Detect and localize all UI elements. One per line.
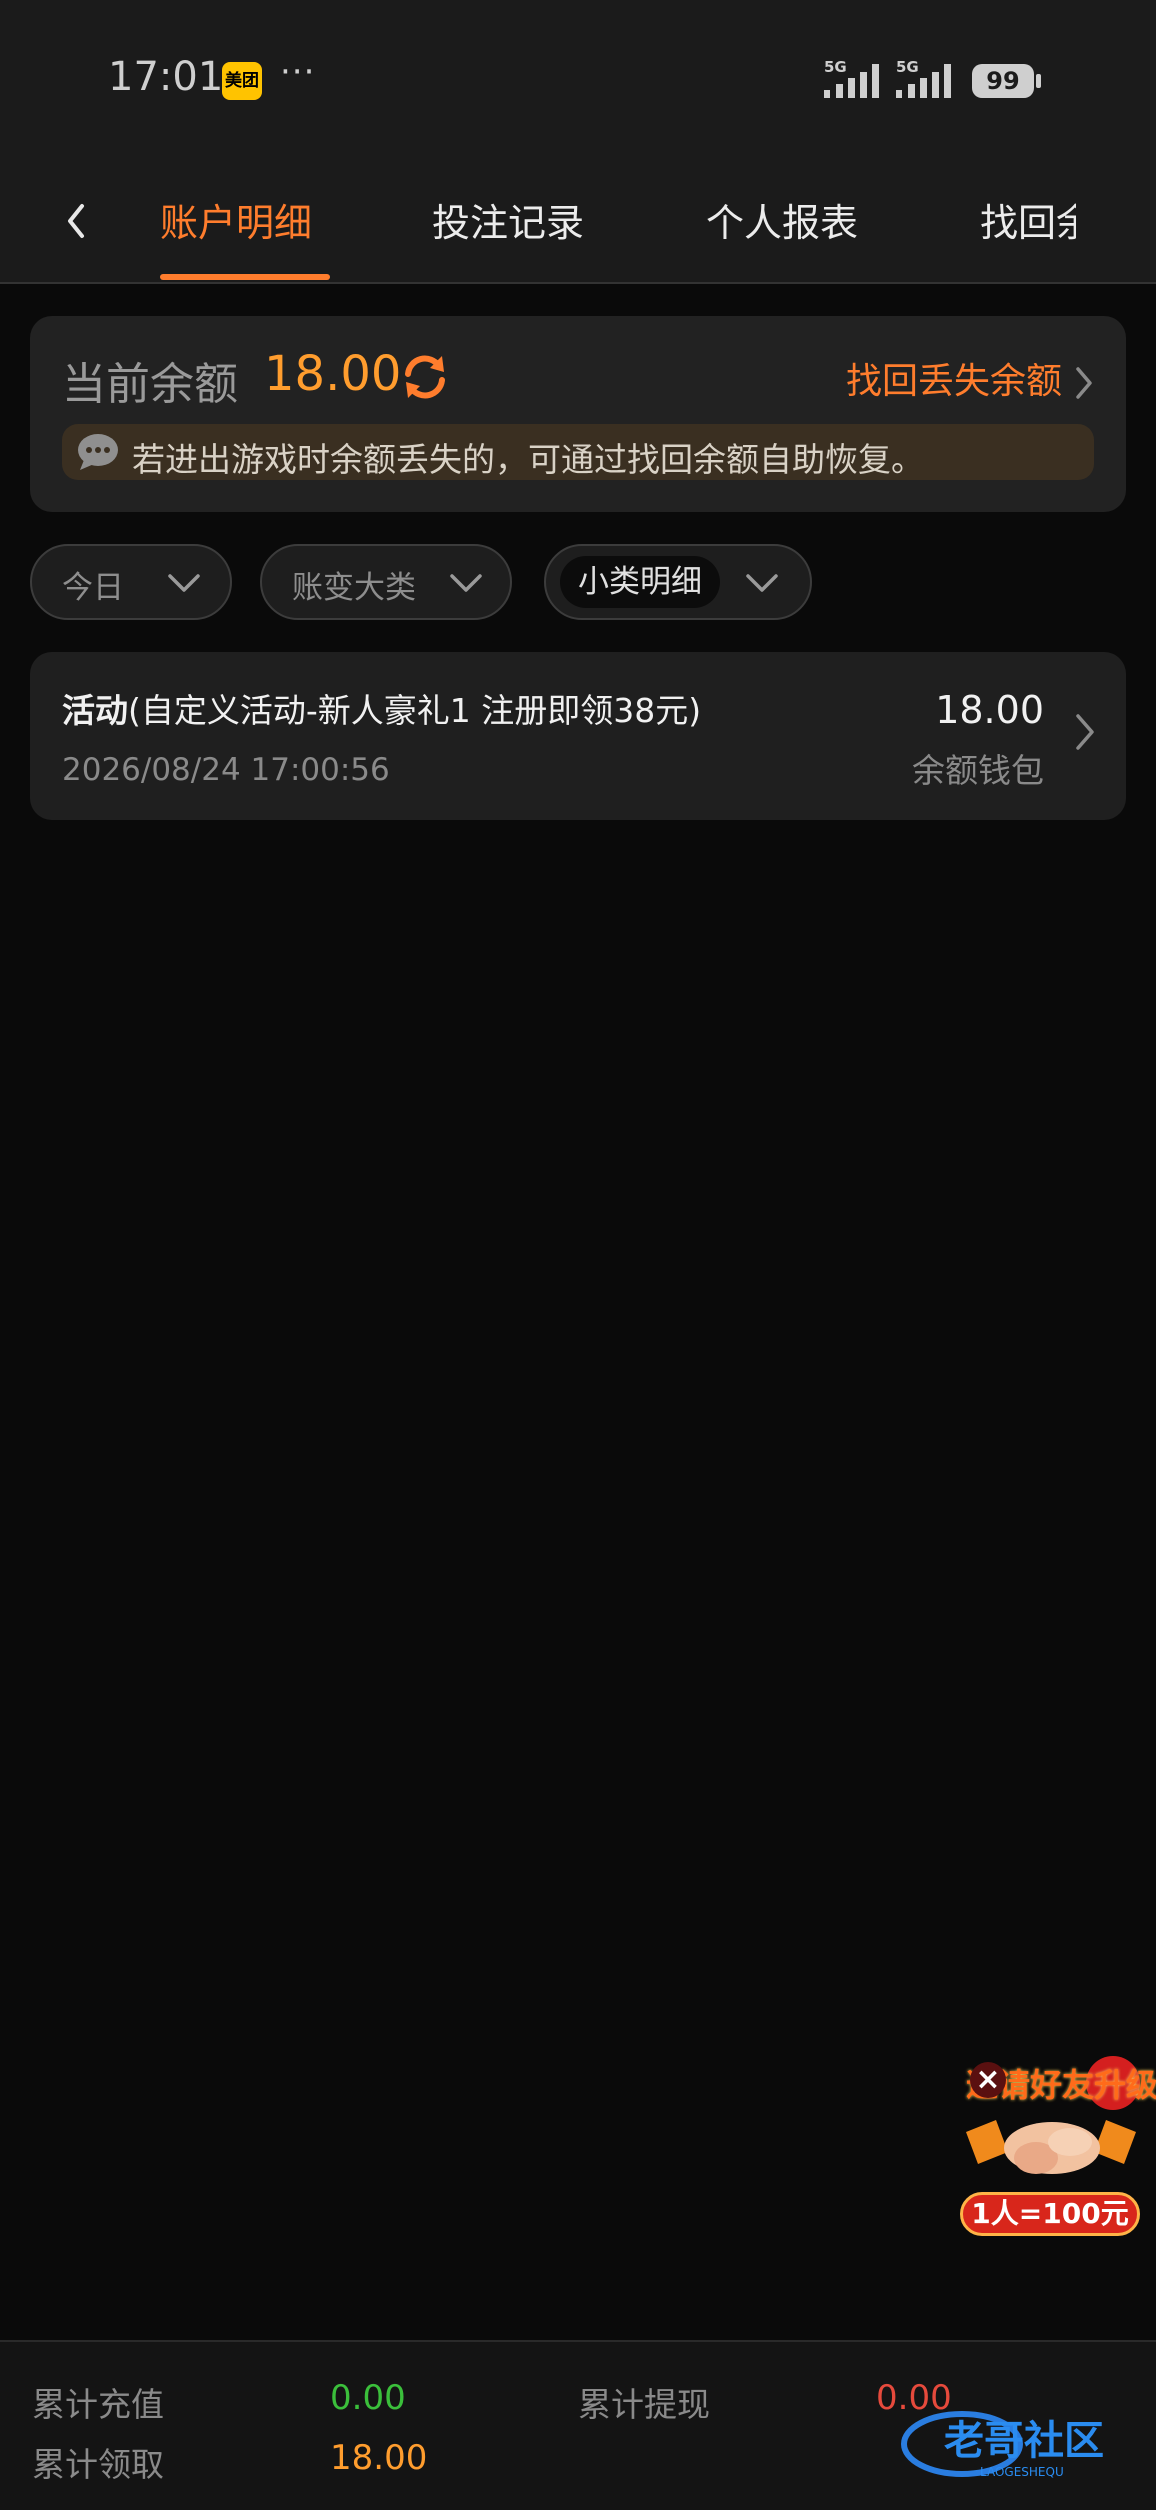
close-icon[interactable]: ×	[970, 2062, 1006, 2098]
tab-bar: 账户明细 投注记录 个人报表 找回余额	[0, 160, 1156, 284]
filter-date-label: 今日	[62, 570, 124, 606]
transaction-amount: 18.00	[935, 688, 1044, 732]
transaction-row[interactable]: 活动(自定义活动-新人豪礼1 注册即领38元) 2026/08/24 17:00…	[30, 652, 1126, 820]
balance-label: 当前余额	[62, 359, 238, 410]
withdraw-total-label: 累计提现	[578, 2385, 710, 2424]
claimed-total-label: 累计领取	[32, 2445, 164, 2484]
transaction-title: 活动(自定义活动-新人豪礼1 注册即领38元)	[62, 684, 701, 732]
watermark-text: 老哥社区	[944, 2418, 1104, 2464]
active-tab-indicator	[160, 274, 330, 280]
chevron-left-icon[interactable]	[58, 196, 98, 246]
more-dots-icon: ···	[280, 52, 316, 92]
recover-link-label: 找回丢失余额	[845, 361, 1062, 402]
status-time: 17:01	[108, 54, 224, 100]
transaction-datetime: 2026/08/24 17:00:56	[62, 752, 390, 788]
watermark-logo: 老哥社区 LAOGESHEQU	[901, 2411, 1104, 2479]
notice-text: 若进出游戏时余额丢失的，可通过找回余额自助恢复。	[132, 440, 924, 479]
chevron-down-icon	[450, 574, 482, 592]
transaction-wallet: 余额钱包	[912, 751, 1044, 790]
filter-sub-category[interactable]: 小类明细	[544, 544, 812, 620]
chevron-down-icon	[746, 574, 778, 592]
chevron-right-icon	[1076, 367, 1092, 399]
network-type-2: 5G	[896, 58, 919, 76]
chevron-right-icon	[1076, 714, 1094, 750]
transaction-detail: (自定义活动-新人豪礼1 注册即领38元)	[128, 691, 702, 730]
filter-main-category[interactable]: 账变大类	[260, 544, 512, 620]
signal-icon: 5G	[896, 58, 951, 98]
recharge-total-value: 0.00	[330, 2378, 406, 2418]
tab-personal-report[interactable]: 个人报表	[706, 192, 858, 247]
promo-reward: 1人=100元	[960, 2192, 1140, 2236]
balance-value: 18.00	[264, 346, 402, 402]
refresh-icon[interactable]	[400, 352, 450, 402]
status-bar: 17:01 美团 ··· 5G 5G 99	[0, 0, 1156, 160]
recover-lost-balance-link[interactable]: 找回丢失余额	[846, 352, 1098, 404]
notice-banner: 若进出游戏时余额丢失的，可通过找回余额自助恢复。	[62, 424, 1094, 480]
balance-card: 当前余额 18.00 找回丢失余额 若进出游戏时余额丢失的，可通过找回余额自助恢…	[30, 316, 1126, 512]
chevron-down-icon	[168, 574, 200, 592]
invite-promo-widget[interactable]: 邀请好友升级 × 1人=100元	[956, 2048, 1156, 2238]
recharge-total-label: 累计充值	[32, 2385, 164, 2424]
battery-icon: 99	[972, 64, 1034, 98]
claimed-total-value: 18.00	[330, 2438, 428, 2478]
watermark-subtext: LAOGESHEQU	[980, 2465, 1064, 2479]
handshake-icon	[966, 2120, 1136, 2174]
tab-recover-balance[interactable]: 找回余额	[980, 192, 1076, 247]
filter-main-category-label: 账变大类	[292, 570, 416, 606]
transaction-category: 活动	[62, 691, 128, 730]
filter-date[interactable]: 今日	[30, 544, 232, 620]
filter-sub-category-label: 小类明细	[560, 556, 720, 608]
signal-icon: 5G	[824, 58, 879, 98]
battery-tip	[1036, 74, 1041, 88]
meituan-app-icon: 美团	[222, 62, 262, 100]
tab-bet-records[interactable]: 投注记录	[432, 192, 584, 247]
network-type-1: 5G	[824, 58, 847, 76]
tab-account-details[interactable]: 账户明细	[160, 192, 312, 247]
chat-bubble-icon	[78, 434, 118, 470]
